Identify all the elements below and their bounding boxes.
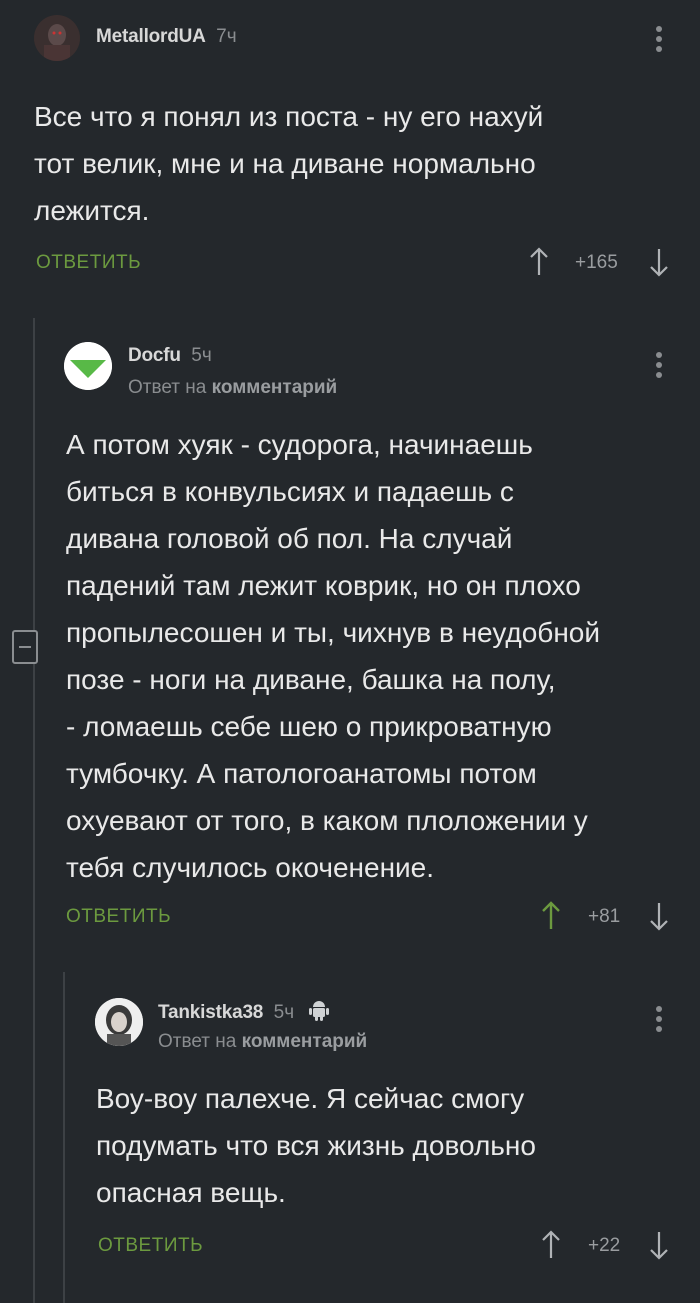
comment-header: MetallordUA 7ч	[96, 26, 237, 48]
thread-line	[33, 318, 35, 1303]
avatar[interactable]	[34, 15, 80, 61]
comment-text: А потом хуяк - судорога, начинаешь битьс…	[66, 421, 686, 891]
avatar-image	[64, 342, 112, 390]
username[interactable]: MetallordUA	[96, 26, 206, 47]
more-vertical-icon[interactable]	[654, 352, 664, 382]
reply-to: Ответ на комментарий	[158, 1031, 367, 1053]
text-line: тебя случилось окоченение.	[66, 852, 435, 883]
android-icon	[308, 999, 329, 1026]
avatar-image	[95, 998, 143, 1046]
reply-to: Ответ на комментарий	[128, 377, 337, 399]
text-line: - ломаешь себе шею о прикроватную	[66, 711, 552, 742]
text-line: А потом хуяк - судорога, начинаешь	[66, 429, 533, 460]
text-line: опасная вещь.	[96, 1177, 286, 1208]
score: +165	[575, 252, 618, 273]
reply-prefix: Ответ на	[128, 377, 207, 398]
text-line: падений там лежит коврик, но он плохо	[66, 570, 581, 601]
reply-prefix: Ответ на	[158, 1031, 237, 1052]
arrow-down-icon[interactable]	[649, 247, 669, 282]
text-line: дивана головой об пол. На случай	[66, 523, 513, 554]
text-line: пропылесошен и ты, чихнув в неудобной	[66, 617, 601, 648]
text-line: тумбочку. А патологоанатомы потом	[66, 758, 537, 789]
comment-header: Tankistka38 5ч	[158, 999, 329, 1026]
text-line: позе - ноги на диване, башка на полу,	[66, 664, 556, 695]
comment-text: Воу-воу палехче. Я сейчас смогу подумать…	[96, 1075, 686, 1216]
comment-time: 7ч	[216, 26, 237, 47]
text-line: охуевают от того, в каком плоложении у	[66, 805, 588, 836]
arrow-up-icon[interactable]	[541, 901, 561, 936]
arrow-up-icon[interactable]	[529, 247, 549, 282]
comment-time: 5ч	[191, 345, 212, 366]
collapse-minus-icon[interactable]	[12, 630, 38, 664]
comment-time: 5ч	[273, 1002, 295, 1023]
text-line: лежится.	[34, 195, 150, 226]
more-vertical-icon[interactable]	[654, 1006, 664, 1036]
arrow-down-icon[interactable]	[649, 901, 669, 936]
text-line: Воу-воу палехче. Я сейчас смогу	[96, 1083, 525, 1114]
score: +81	[588, 906, 621, 927]
reply-target-link[interactable]: комментарий	[242, 1031, 368, 1052]
text-line: Все что я понял из поста - ну его нахуй	[34, 101, 544, 132]
thread-line	[63, 972, 65, 1303]
avatar-image	[34, 15, 80, 61]
reply-target-link[interactable]: комментарий	[212, 377, 338, 398]
arrow-down-icon[interactable]	[649, 1230, 669, 1265]
username[interactable]: Docfu	[128, 345, 181, 366]
comment-text: Все что я понял из поста - ну его нахуй …	[34, 93, 674, 234]
text-line: подумать что вся жизнь довольно	[96, 1130, 536, 1161]
more-vertical-icon[interactable]	[654, 26, 664, 56]
comment-header: Docfu 5ч	[128, 345, 212, 367]
reply-button[interactable]: ОТВЕТИТЬ	[98, 1235, 203, 1257]
reply-button[interactable]: ОТВЕТИТЬ	[66, 906, 171, 928]
text-line: тот велик, мне и на диване нормально	[34, 148, 536, 179]
avatar[interactable]	[95, 998, 143, 1046]
reply-button[interactable]: ОТВЕТИТЬ	[36, 252, 141, 274]
text-line: биться в конвульсиях и падаешь с	[66, 476, 514, 507]
avatar[interactable]	[64, 342, 112, 390]
arrow-up-icon[interactable]	[541, 1230, 561, 1265]
username[interactable]: Tankistka38	[158, 1002, 263, 1023]
score: +22	[588, 1235, 621, 1256]
